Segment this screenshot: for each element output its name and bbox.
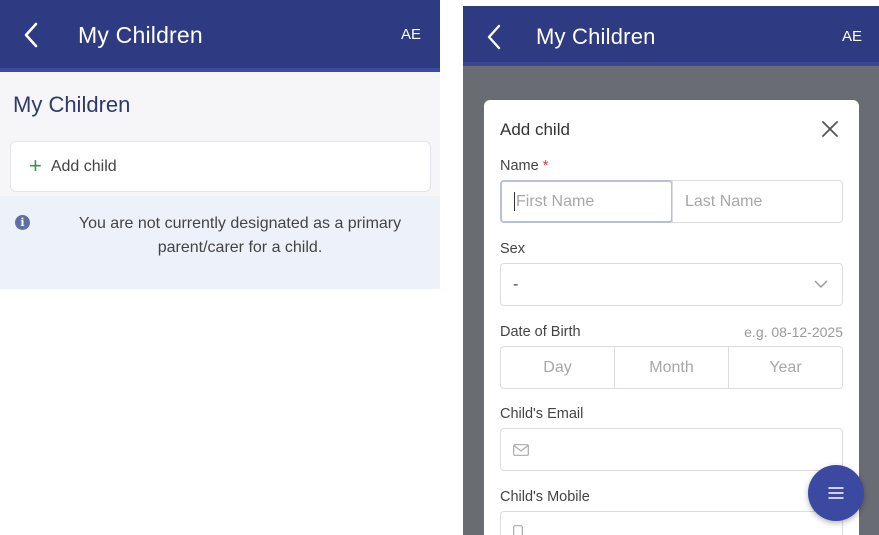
sex-select[interactable]: - <box>500 263 843 306</box>
dob-month-input[interactable]: Month <box>614 347 728 388</box>
email-input[interactable] <box>500 428 843 471</box>
avatar[interactable]: AE <box>401 26 421 43</box>
app-bar: My Children AE <box>0 0 440 72</box>
chevron-left-icon <box>487 24 501 50</box>
name-label-text: Name <box>500 158 539 174</box>
page-title: My Children <box>536 24 656 49</box>
first-name-input[interactable]: First Name <box>500 180 673 223</box>
email-label: Child's Email <box>500 406 584 422</box>
name-input-group: First Name Last Name <box>500 180 843 223</box>
info-text: You are not currently designated as a pr… <box>78 215 402 256</box>
mail-icon <box>513 443 529 456</box>
back-button[interactable] <box>477 20 511 54</box>
sex-label: Sex <box>500 241 525 257</box>
modal-title: Add child <box>500 120 570 139</box>
close-button[interactable] <box>818 117 842 141</box>
required-marker: * <box>542 158 549 174</box>
dob-month-placeholder: Month <box>649 358 694 376</box>
last-name-input[interactable]: Last Name <box>672 181 842 222</box>
first-name-placeholder: First Name <box>516 192 595 210</box>
last-name-placeholder: Last Name <box>685 192 763 210</box>
info-banner: i You are not currently designated as a … <box>0 196 440 289</box>
dob-day-input[interactable]: Day <box>501 347 614 388</box>
dob-input-group: Day Month Year <box>500 346 843 389</box>
dob-hint: e.g. 08-12-2025 <box>744 324 843 340</box>
dob-day-placeholder: Day <box>543 358 572 376</box>
mobile-label: Child's Mobile <box>500 489 590 505</box>
add-child-label: Add child <box>50 157 117 175</box>
add-child-modal: Add child Name * First Name Last Name Se… <box>484 100 859 535</box>
dob-label: Date of Birth <box>500 324 581 340</box>
name-label: Name * <box>500 158 548 174</box>
info-icon: i <box>15 215 30 230</box>
app-bar: My Children AE <box>463 6 879 66</box>
page-title: My Children <box>78 22 203 48</box>
back-button[interactable] <box>14 18 48 52</box>
phone-icon <box>513 524 523 535</box>
email-icon-slot <box>501 429 529 470</box>
mobile-icon-slot <box>501 512 523 535</box>
chevron-down-icon <box>814 280 828 288</box>
avatar[interactable]: AE <box>842 28 862 45</box>
left-screen: My Children AE My Children + Add child i… <box>0 0 440 535</box>
close-icon <box>822 121 838 137</box>
plus-icon: + <box>29 152 42 178</box>
section-title: My Children <box>13 92 131 117</box>
text-caret <box>514 192 515 211</box>
chevron-left-icon <box>24 22 38 48</box>
menu-fab[interactable] <box>808 465 864 521</box>
mobile-input[interactable] <box>500 511 843 535</box>
right-screen: My Children AE Add child Name * First Na… <box>463 6 879 535</box>
main-content: My Children + Add child i You are not cu… <box>0 72 440 289</box>
sex-value: - <box>513 275 519 293</box>
dob-year-input[interactable]: Year <box>728 347 842 388</box>
add-child-button[interactable]: + Add child <box>10 141 431 192</box>
menu-icon <box>828 487 844 499</box>
dob-year-placeholder: Year <box>769 358 802 376</box>
